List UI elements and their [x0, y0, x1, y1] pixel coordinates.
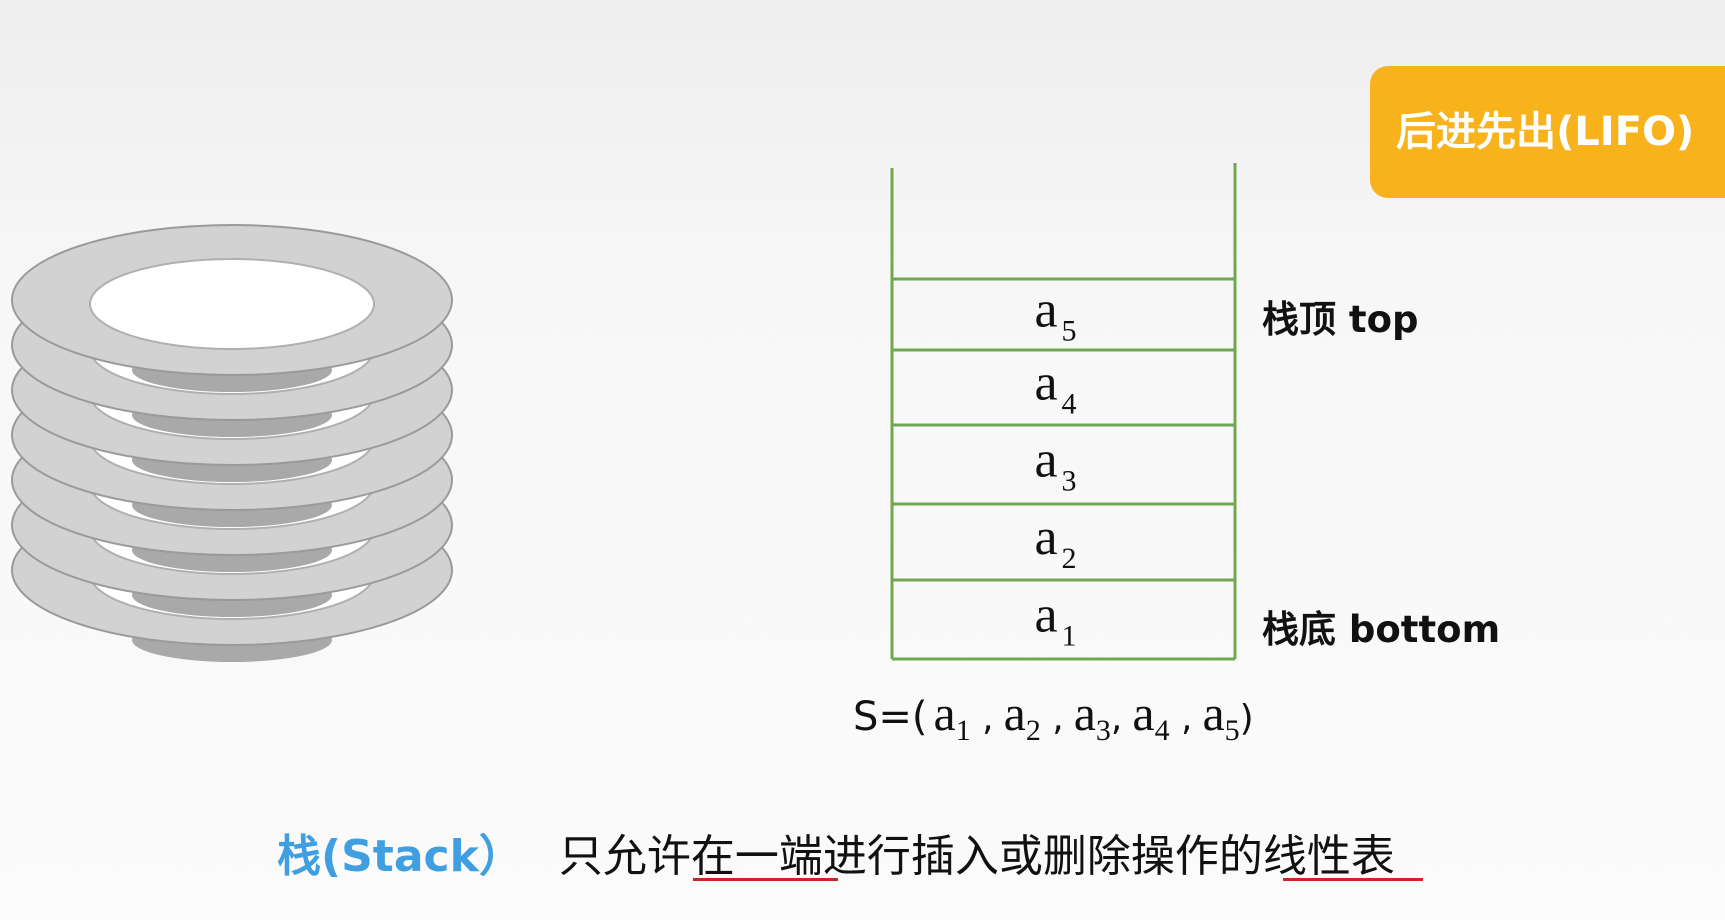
stack-cell-2: a4 — [1034, 355, 1076, 421]
stack-definition: 栈(Stack） 只允许在一端进行插入或删除操作的线性表 — [277, 820, 1395, 884]
stack-cell-3: a3 — [1034, 432, 1076, 498]
underline-linear-list — [1283, 878, 1423, 881]
sequence-prefix: S=( — [853, 694, 928, 740]
stack-top-label: 栈顶 top — [1262, 298, 1419, 341]
stack-bottom-label: 栈底 bottom — [1262, 608, 1501, 651]
sequence-item: a3, — [1073, 685, 1123, 747]
stack-diagram: a 5 a 4 a 3 a 2 a 1 — [890, 163, 1237, 661]
underline-one-end — [693, 878, 838, 881]
sequence-notation: S=(a1 , a2 , a3, a4 , a5) — [853, 684, 1254, 748]
stack-cell-1: a5 — [1034, 282, 1076, 348]
sequence-item: a4 , — [1132, 685, 1193, 747]
definition-term: 栈(Stack） — [277, 831, 523, 882]
stack-cell-5: a1 — [1034, 587, 1076, 653]
sequence-item: a1 , — [933, 685, 994, 747]
stack-cell-4: a2 — [1034, 509, 1076, 575]
definition-text: 只允许在一端进行插入或删除操作的线性表 — [558, 831, 1395, 882]
sequence-item: a2 , — [1003, 685, 1064, 747]
sequence-item: a5) — [1202, 685, 1254, 747]
